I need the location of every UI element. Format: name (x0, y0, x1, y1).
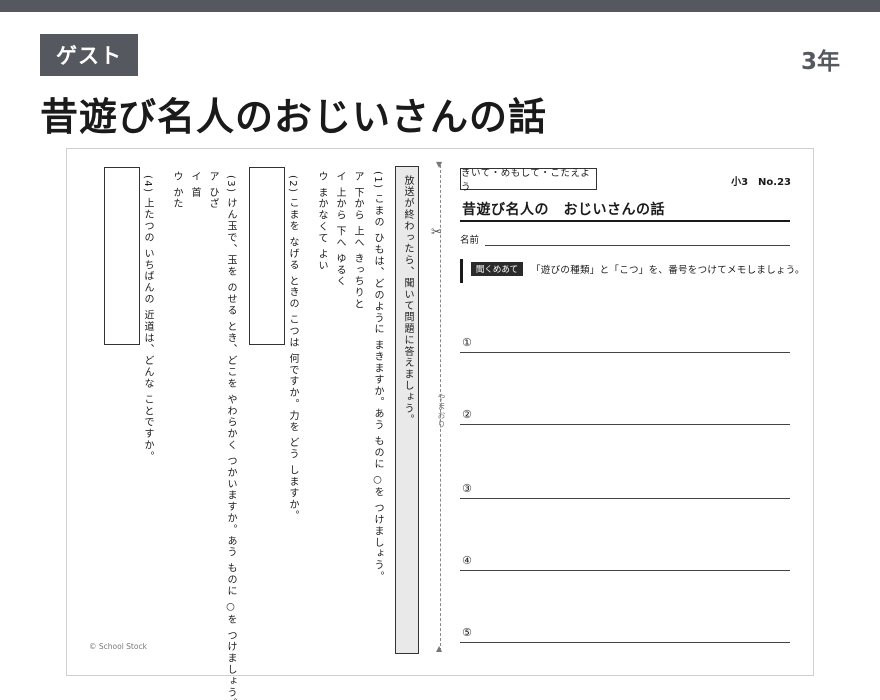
task-text: 「遊びの種類」と「こつ」を、番号をつけてメモしましょう。 (531, 265, 805, 276)
q2-text: (2) こまを なげる ときの こつは 何ですか。力を どう しますか。 (287, 175, 298, 522)
q3-text: (3) けん玉で、玉を のせる とき、どこを やわらかく つかいますか。あう も… (225, 175, 236, 700)
name-line (485, 245, 790, 246)
q2-answer-box (249, 167, 285, 345)
task-bar (460, 259, 463, 283)
listening-goal-chip: 聞くめあて (471, 262, 523, 276)
fold-bottom-mark: ▲ (436, 644, 443, 653)
q1-option-a: ア 下から 上へ きっちりと (352, 171, 363, 311)
memo-line-5 (460, 642, 790, 643)
instruction-text: 放送が終わったら、聞いて問題に答えましょう。 (402, 175, 413, 426)
memo-tag: きいて・めもして・こたえよう (460, 168, 597, 193)
q3-option-a: ア ひざ (207, 171, 218, 210)
memo-item-2: ② (462, 408, 472, 421)
memo-line-4 (460, 570, 790, 571)
memo-item-1: ① (462, 336, 472, 349)
grade-label: 3年 (800, 49, 840, 75)
name-label: 名前 (460, 235, 480, 246)
guest-badge: ゲスト (40, 34, 138, 76)
page-title: 昔遊び名人のおじいさんの話 (40, 95, 548, 139)
q4-answer-box (104, 167, 140, 345)
q1-option-u: ウ まかなくて よい (316, 171, 327, 272)
q1-option-i: イ 上から 下へ ゆるく (334, 171, 345, 288)
memo-line-2 (460, 424, 790, 425)
memo-item-3: ③ (462, 482, 472, 495)
sheet-number: 小3 No.23 (731, 177, 791, 188)
q3-option-i: イ 首 (189, 171, 200, 199)
title-rule (460, 220, 790, 222)
worksheet-preview: 放送が終わったら、聞いて問題に答えましょう。 (1) こまの ひもは、どのように… (66, 148, 814, 700)
top-bar (0, 0, 880, 12)
instruction-box: 放送が終わったら、聞いて問題に答えましょう。 (395, 166, 419, 654)
fold-label: やまおり (437, 393, 446, 429)
q4-text: (4) 上たつの いちばんの 近道は、どんな ことですか。 (142, 175, 153, 463)
scissor-icon: ✂ (431, 225, 442, 240)
memo-item-5: ⑤ (462, 626, 472, 639)
fold-top-mark: ▼ (436, 160, 443, 169)
q3-option-u: ウ かた (171, 171, 182, 210)
q1-text: (1) こまの ひもは、どのように まきますか。あう ものに ○を つけましょう… (372, 171, 383, 583)
copyright: © School Stock (89, 642, 147, 651)
memo-line-1 (460, 352, 790, 353)
memo-item-4: ④ (462, 554, 472, 567)
memo-line-3 (460, 498, 790, 499)
memo-title: 昔遊び名人の おじいさんの話 (462, 202, 665, 218)
